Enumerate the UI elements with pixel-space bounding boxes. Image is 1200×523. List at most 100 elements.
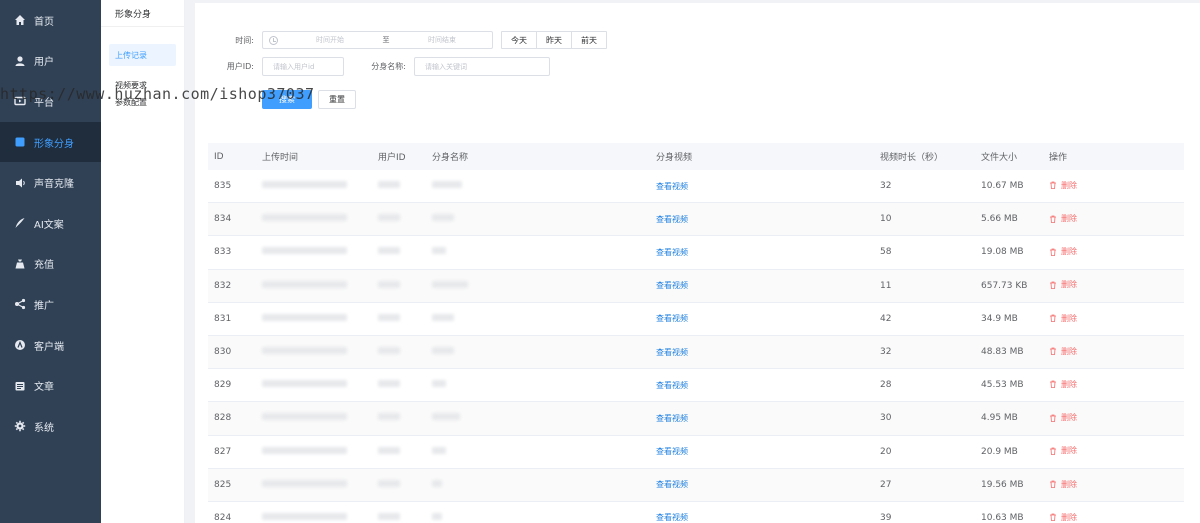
sidebar-item-7[interactable]: 推广 — [0, 284, 101, 325]
name-input[interactable]: 请输入关键词 — [414, 57, 550, 76]
uid-input[interactable]: 请输入用户id — [262, 57, 344, 76]
delete-button[interactable]: 删除 — [1049, 412, 1077, 423]
redacted-user-id — [378, 413, 400, 421]
table-row: 833 查看视频 58 19.08 MB 删除 — [208, 236, 1184, 270]
cell-avatar-video: 查看视频 — [656, 214, 880, 225]
main-sidebar: 首页 用户 平台形象分身声音克隆 AI文案充值 推广客户端文章 系统 — [0, 0, 101, 523]
redacted-time — [262, 446, 347, 454]
reset-button[interactable]: 重置 — [318, 90, 356, 109]
delete-button[interactable]: 删除 — [1049, 479, 1077, 490]
search-button[interactable]: 搜索 — [262, 90, 312, 109]
cell-file-size: 19.08 MB — [981, 247, 1024, 258]
cell-user-id — [378, 247, 432, 257]
cell-file-size: 10.63 MB — [981, 512, 1024, 523]
col-header-duration: 视频时长（秒） — [880, 153, 944, 163]
sidebar-item-0[interactable]: 首页 — [0, 0, 101, 41]
day-before-button[interactable]: 前天 — [571, 31, 607, 49]
view-video-link[interactable]: 查看视频 — [656, 513, 688, 522]
home-icon — [13, 13, 27, 27]
cell-actions: 删除 — [1049, 512, 1139, 523]
view-video-link[interactable]: 查看视频 — [656, 248, 688, 257]
sidebar-item-2[interactable]: 平台 — [0, 81, 101, 122]
redacted-name — [432, 214, 454, 222]
redacted-user-id — [378, 313, 400, 321]
keyword-filter-row: 用户ID: 请输入用户id 分身名称: 请输入关键词 — [222, 57, 550, 76]
cell-id: 831 — [214, 313, 232, 324]
sidebar-item-1[interactable]: 用户 — [0, 41, 101, 82]
redacted-time — [262, 380, 347, 388]
start-date-input[interactable]: 时间开始 — [284, 35, 376, 45]
cell-user-id — [378, 413, 432, 423]
sub-item-param-config[interactable]: 参数配置 — [101, 94, 184, 111]
sidebar-item-10[interactable]: 系统 — [0, 406, 101, 447]
video-icon — [13, 94, 27, 108]
cell-upload-time — [262, 347, 378, 357]
end-date-input[interactable]: 时间结束 — [396, 35, 488, 45]
sidebar-item-4[interactable]: 声音克隆 — [0, 162, 101, 203]
table-row: 830 查看视频 32 48.83 MB 删除 — [208, 335, 1184, 370]
client-icon — [13, 338, 27, 352]
delete-label: 删除 — [1061, 313, 1077, 323]
cell-file-size: 20.9 MB — [981, 446, 1018, 457]
delete-button[interactable]: 删除 — [1049, 313, 1077, 324]
redacted-user-id — [378, 512, 400, 520]
time-filter-row: 时间: 时间开始 至 时间结束 今天 昨天 前天 — [229, 31, 607, 49]
sidebar-item-8[interactable]: 客户端 — [0, 325, 101, 366]
view-video-link[interactable]: 查看视频 — [656, 381, 688, 390]
sub-sidebar-title: 形象分身 — [101, 0, 184, 27]
cell-avatar-name — [432, 446, 656, 457]
sub-item-video-requirements[interactable]: 视频要求 — [101, 77, 184, 94]
table-row: 829 查看视频 28 45.53 MB 删除 — [208, 369, 1184, 403]
table-row: 834 查看视频 10 5.66 MB 删除 — [208, 203, 1184, 237]
redacted-user-id — [378, 380, 400, 388]
trash-icon — [1050, 281, 1056, 289]
view-video-link[interactable]: 查看视频 — [656, 281, 688, 290]
view-video-link[interactable]: 查看视频 — [656, 182, 688, 191]
view-video-link[interactable]: 查看视频 — [656, 314, 688, 323]
col-header-id: ID — [214, 151, 224, 162]
cell-duration: 58 — [880, 247, 892, 258]
delete-button[interactable]: 删除 — [1049, 346, 1077, 357]
redacted-user-id — [378, 347, 400, 355]
cell-upload-time — [262, 280, 378, 291]
trash-icon — [1050, 381, 1056, 389]
delete-button[interactable]: 删除 — [1049, 213, 1077, 224]
table-header: ID 上传时间 用户ID 分身名称 分身视频 视频时长（秒） 文件大小 操作 — [208, 143, 1184, 170]
sidebar-item-label: 形象分身 — [34, 138, 74, 150]
redacted-user-id — [378, 479, 400, 487]
delete-button[interactable]: 删除 — [1049, 379, 1077, 390]
sidebar-item-label: 客户端 — [34, 341, 64, 353]
view-video-link[interactable]: 查看视频 — [656, 447, 688, 456]
sub-item-upload-records[interactable]: 上传记录 — [109, 44, 176, 66]
cell-avatar-name — [432, 181, 656, 191]
action-row: 搜索 重置 — [262, 90, 356, 109]
table-row: 835 查看视频 32 10.67 MB 删除 — [208, 170, 1184, 204]
view-video-link[interactable]: 查看视频 — [656, 348, 688, 357]
delete-button[interactable]: 删除 — [1049, 279, 1077, 290]
trash-icon — [1050, 215, 1056, 223]
yesterday-button[interactable]: 昨天 — [536, 31, 572, 49]
redacted-name — [432, 247, 446, 255]
delete-button[interactable]: 删除 — [1049, 512, 1077, 523]
avatar-icon — [13, 135, 27, 149]
date-range-picker[interactable]: 时间开始 至 时间结束 — [262, 31, 493, 49]
sidebar-item-3[interactable]: 形象分身 — [0, 121, 101, 163]
delete-button[interactable]: 删除 — [1049, 445, 1077, 456]
col-header-upload-time: 上传时间 — [262, 153, 299, 163]
sub-sidebar: 形象分身 上传记录 视频要求 参数配置 — [101, 0, 185, 523]
today-button[interactable]: 今天 — [501, 31, 537, 49]
view-video-link[interactable]: 查看视频 — [656, 480, 688, 489]
cell-avatar-video: 查看视频 — [656, 247, 880, 258]
view-video-link[interactable]: 查看视频 — [656, 414, 688, 423]
sidebar-item-label: AI文案 — [34, 219, 64, 231]
sidebar-item-6[interactable]: 充值 — [0, 244, 101, 285]
view-video-link[interactable]: 查看视频 — [656, 215, 688, 224]
trash-icon — [1050, 248, 1056, 256]
delete-button[interactable]: 删除 — [1049, 246, 1077, 257]
sidebar-item-9[interactable]: 文章 — [0, 365, 101, 406]
redacted-name — [432, 512, 442, 520]
sidebar-item-5[interactable]: AI文案 — [0, 203, 101, 244]
cell-avatar-name — [432, 247, 656, 257]
cell-avatar-name — [432, 479, 656, 490]
delete-button[interactable]: 删除 — [1049, 180, 1077, 191]
